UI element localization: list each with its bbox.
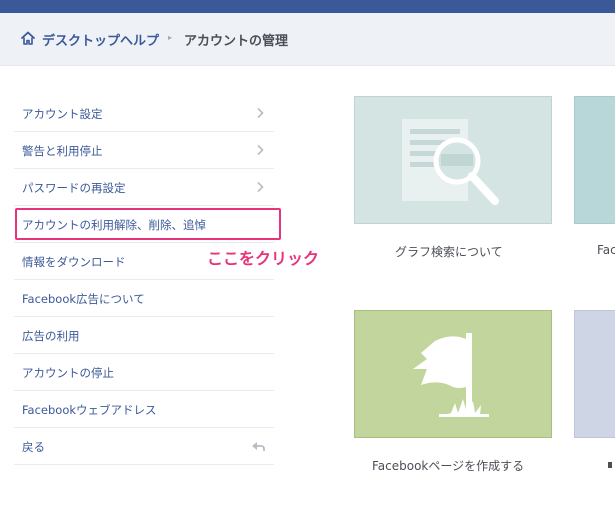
highlight-box bbox=[15, 208, 281, 240]
sidebar-item-label: Facebook広告について bbox=[22, 292, 145, 306]
top-bar bbox=[0, 0, 615, 13]
sidebar-item-label: アカウントの停止 bbox=[22, 366, 114, 380]
card-caption-partial-bottom-fragment bbox=[608, 462, 612, 468]
chevron-right-icon bbox=[257, 144, 264, 156]
sidebar-item-label: パスワードの再設定 bbox=[22, 181, 126, 195]
card-partial-top[interactable] bbox=[574, 96, 615, 224]
chevron-right-icon bbox=[257, 107, 264, 119]
home-icon[interactable] bbox=[20, 30, 36, 46]
breadcrumb: デスクトップヘルプ ▸ アカウントの管理 bbox=[0, 13, 615, 66]
flag-icon bbox=[413, 333, 489, 417]
sidebar-item-account-suspension[interactable]: アカウントの停止 bbox=[14, 354, 274, 391]
sidebar-item-label: 広告の利用 bbox=[22, 329, 80, 343]
card-partial-bottom[interactable] bbox=[574, 310, 615, 438]
back-arrow-icon bbox=[252, 442, 265, 451]
sidebar-item-label: 情報をダウンロード bbox=[22, 255, 126, 269]
click-here-annotation: ここをクリック bbox=[207, 249, 320, 268]
graph-search-icon bbox=[402, 119, 499, 205]
sidebar-item-warnings-suspension[interactable]: 警告と利用停止 bbox=[14, 132, 274, 169]
chevron-right-icon bbox=[257, 181, 264, 193]
card-create-facebook-page[interactable] bbox=[354, 310, 552, 438]
card-caption-partial-top[interactable]: Fac bbox=[597, 243, 615, 257]
sidebar-item-facebook-web-address[interactable]: Facebookウェブアドレス bbox=[14, 391, 274, 428]
sidebar-item-label: 警告と利用停止 bbox=[22, 144, 103, 158]
sidebar-item-account-settings[interactable]: アカウント設定 bbox=[14, 95, 274, 132]
sidebar-nav: アカウント設定 警告と利用停止 パスワードの再設定 アカウントの利用解除、削除、… bbox=[14, 95, 274, 465]
sidebar-item-label: 戻る bbox=[22, 440, 45, 454]
breadcrumb-current: アカウントの管理 bbox=[184, 34, 289, 49]
sidebar-item-label: アカウント設定 bbox=[22, 107, 103, 121]
breadcrumb-link-desktop-help[interactable]: デスクトップヘルプ bbox=[42, 30, 159, 49]
sidebar-item-password-reset[interactable]: パスワードの再設定 bbox=[14, 169, 274, 206]
sidebar-item-about-facebook-ads[interactable]: Facebook広告について bbox=[14, 280, 274, 317]
sidebar-item-back[interactable]: 戻る bbox=[14, 428, 274, 465]
sidebar-item-label: Facebookウェブアドレス bbox=[22, 403, 157, 417]
breadcrumb-separator: ▸ bbox=[168, 33, 173, 42]
card-caption-graph-search[interactable]: グラフ検索について bbox=[395, 243, 503, 260]
card-graph-search[interactable] bbox=[354, 96, 552, 224]
card-caption-create-facebook-page[interactable]: Facebookページを作成する bbox=[372, 457, 524, 474]
sidebar-item-using-ads[interactable]: 広告の利用 bbox=[14, 317, 274, 354]
